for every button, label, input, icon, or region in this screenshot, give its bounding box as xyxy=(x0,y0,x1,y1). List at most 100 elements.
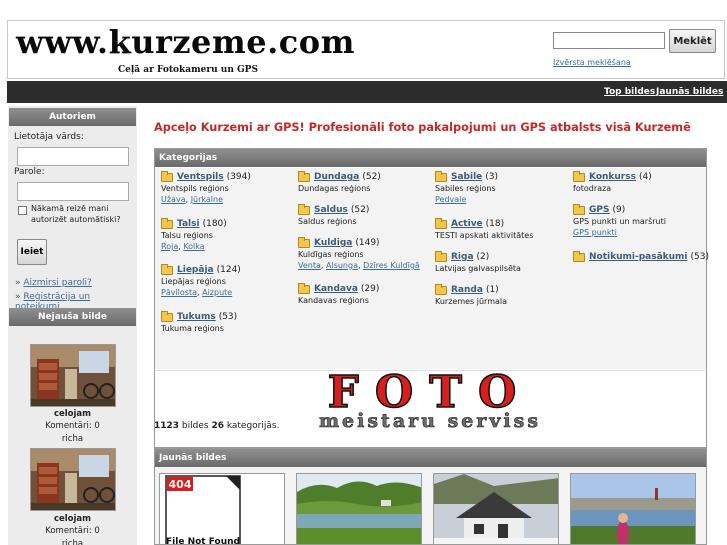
new-picture-thumb[interactable] xyxy=(570,473,696,544)
category-item: Konkurss (4) fotodraza xyxy=(573,170,708,193)
subcategory-link[interactable]: Jūrkalne xyxy=(191,195,223,204)
category-description: Dundagas reģions xyxy=(298,184,371,193)
subcategory-link[interactable]: GPS punkti xyxy=(573,228,617,237)
subcategory-link[interactable]: Pāvilosta xyxy=(161,288,197,297)
subcategory-link[interactable]: Kolka xyxy=(183,242,204,251)
folder-icon xyxy=(161,217,173,229)
random-picture-image xyxy=(31,449,115,510)
search-input[interactable] xyxy=(553,32,665,49)
random-picture-thumb[interactable] xyxy=(30,344,116,407)
subcategory-list: Pedvale xyxy=(435,195,570,204)
category-link[interactable]: Sabile xyxy=(451,172,482,182)
category-count: (52) xyxy=(362,172,381,182)
folder-icon xyxy=(435,250,447,262)
category-title-row: Tukums (53) xyxy=(161,310,296,322)
new-picture-thumb[interactable] xyxy=(296,473,422,544)
folder-icon xyxy=(298,236,310,248)
banner-service-text: meistaru serviss xyxy=(319,410,541,432)
category-link[interactable]: Konkurss xyxy=(589,172,636,182)
category-title-row: Notikumi-pasākumi (53) xyxy=(573,250,709,262)
category-description: GPS punkti un maršruti xyxy=(573,217,666,226)
category-description: Kuldīgas reģions xyxy=(298,250,364,259)
category-link[interactable]: Riga xyxy=(451,252,474,262)
new-picture-thumb[interactable] xyxy=(433,473,559,544)
subcategory-link[interactable]: Roja xyxy=(161,242,178,251)
category-count: 26 xyxy=(211,421,224,431)
category-title-row: Kuldiga (149) xyxy=(298,236,433,248)
category-link[interactable]: Kuldiga xyxy=(314,238,352,248)
error-code-text: 404 xyxy=(169,478,192,491)
category-description: Sabiles reģions xyxy=(435,184,496,193)
category-link[interactable]: Saldus xyxy=(314,205,348,215)
subcategory-link[interactable]: Dzīres Kuldīgā xyxy=(363,261,420,270)
category-title-row: Active (18) xyxy=(435,217,570,229)
new-picture-thumb[interactable]: 404 File Not Found xyxy=(159,473,285,544)
category-title-row: Kandava (29) xyxy=(298,282,433,294)
new-picture-image xyxy=(434,474,558,544)
category-title-row: Liepāja (124) xyxy=(161,263,296,275)
site-logo-title[interactable]: www.kurzeme.com xyxy=(16,23,355,61)
nav-top-pictures[interactable]: Top bildes xyxy=(604,87,655,97)
category-count: (1) xyxy=(485,285,499,295)
category-link[interactable]: Talsi xyxy=(177,219,200,229)
category-item: Riga (2) Latvijas galvaspilsēta xyxy=(435,250,570,273)
random-picture-image xyxy=(31,345,115,406)
category-count: (18) xyxy=(485,219,505,229)
category-item: GPS (9) GPS punkti un maršruti GPS punkti xyxy=(573,203,708,237)
category-description: Kurzemes jūrmala xyxy=(435,297,508,306)
category-item: Sabile (3) Sabiles reģions Pedvale xyxy=(435,170,570,204)
password-label: Parole: xyxy=(14,167,45,177)
category-link[interactable]: Ventspils xyxy=(177,172,224,182)
password-field[interactable] xyxy=(17,182,129,201)
forgot-password-text[interactable]: Aizmirsi paroli? xyxy=(23,278,91,288)
category-title-row: Talsi (180) xyxy=(161,217,296,229)
remember-me-checkbox[interactable] xyxy=(18,206,27,215)
category-link[interactable]: Notikumi-pasākumi xyxy=(589,252,688,262)
login-button[interactable]: Ieiet xyxy=(17,239,47,265)
category-title-row: Dundaga (52) xyxy=(298,170,433,182)
site-header: www.kurzeme.com Ceļā ar Fotokameru un GP… xyxy=(7,20,725,79)
forgot-password-link[interactable]: » Aizmirsi paroli? xyxy=(15,278,92,288)
category-link[interactable]: GPS xyxy=(589,205,609,215)
categories-grid: Ventspils (394) Ventspils reģions Užava, Jū… xyxy=(155,168,709,369)
categories-box: Kategorijas Ventspils (394) Ventspils reģi… xyxy=(154,148,709,448)
random-picture-user[interactable]: celojam xyxy=(8,409,137,419)
category-link[interactable]: Randa xyxy=(451,285,483,295)
advanced-search-link[interactable]: Izvērsta meklēšana xyxy=(553,58,631,67)
site-logo-subtitle: Ceļā ar Fotokameru un GPS xyxy=(118,65,258,75)
random-picture-title: Nejauša bilde xyxy=(9,308,136,326)
top-navbar: Top bildes Jaunās bildes xyxy=(7,81,727,103)
count-mid-text: bildes xyxy=(179,421,212,431)
nav-new-pictures[interactable]: Jaunās bildes xyxy=(656,87,723,97)
search-button[interactable]: Meklēt xyxy=(669,29,716,53)
new-picture-image xyxy=(571,474,695,544)
subcategory-link[interactable]: Užava xyxy=(161,195,186,204)
category-description: Ventspils reģions xyxy=(161,184,229,193)
category-count: (149) xyxy=(355,238,380,248)
subcategory-link[interactable]: Aizpute xyxy=(202,288,232,297)
category-link[interactable]: Kandava xyxy=(314,284,358,294)
category-link[interactable]: Tukums xyxy=(177,312,216,322)
folder-icon xyxy=(298,170,310,182)
subcategory-link[interactable]: Alsunga xyxy=(326,261,358,270)
category-count: (2) xyxy=(476,252,490,262)
category-title-row: Saldus (52) xyxy=(298,203,433,215)
subcategory-link[interactable]: Pedvale xyxy=(435,195,466,204)
folder-icon xyxy=(573,250,585,262)
category-link[interactable]: Active xyxy=(451,219,483,229)
random-picture-user[interactable]: celojam xyxy=(8,514,137,524)
categories-title: Kategorijas xyxy=(155,149,706,167)
category-description: Latvijas galvaspilsēta xyxy=(435,264,521,273)
category-item: Ventspils (394) Ventspils reģions Užava, Jū… xyxy=(161,170,296,204)
random-picture-thumb[interactable] xyxy=(30,448,116,511)
category-link[interactable]: Liepāja xyxy=(177,265,214,275)
category-description: TESTI apskati aktivitātes xyxy=(435,231,534,240)
category-title-row: Konkurss (4) xyxy=(573,170,708,182)
category-count: (9) xyxy=(612,205,626,215)
category-link[interactable]: Dundaga xyxy=(314,172,359,182)
subcategory-link[interactable]: Venta xyxy=(298,261,321,270)
category-count: (3) xyxy=(485,172,499,182)
category-title-row: Ventspils (394) xyxy=(161,170,296,182)
folder-icon xyxy=(573,170,585,182)
username-field[interactable] xyxy=(17,147,129,166)
